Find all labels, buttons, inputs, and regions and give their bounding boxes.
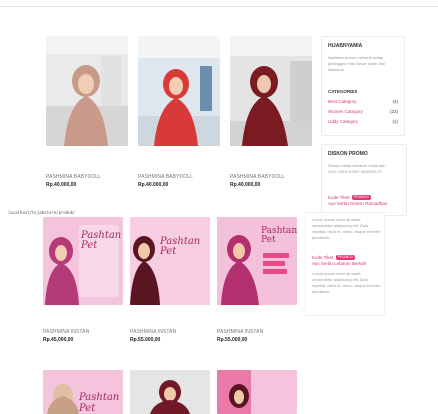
promo-label: Pashtan Pet xyxy=(81,230,122,251)
category-label[interactable]: Women Category xyxy=(328,109,363,114)
product-card[interactable]: Pashtan Pet xyxy=(43,370,123,414)
product-card[interactable]: PASHMINA BABYDOLL Rp.40.000,00 xyxy=(46,36,128,196)
category-count: (4) xyxy=(392,99,399,104)
category-label[interactable]: Uddy Category xyxy=(328,119,358,124)
promo-title: DISKON PROMO xyxy=(328,151,368,157)
product-name[interactable]: PASHMINA BABYDOLL xyxy=(230,174,285,180)
product-card[interactable]: PASHMINA BABYDOLL Rp.40.000,00 xyxy=(230,36,312,196)
product-price: Rp.55.000,00 xyxy=(130,337,161,343)
about-text: Nantikan promo menarik setiap pelanggan … xyxy=(328,55,386,72)
product-image[interactable]: Pashtan Pet xyxy=(43,217,123,305)
promo-item[interactable]: Kode Tiket: PROMO1 Ayo Serbu Diskon Rama… xyxy=(328,195,400,207)
promo-description: Lorem ipsum dolor sit amet, consectetur … xyxy=(312,271,380,294)
ticket-code-label: Kode Tiket: xyxy=(312,255,335,260)
category-link[interactable]: Uddy Category (1) xyxy=(328,119,398,124)
category-link[interactable]: Women Category (23) xyxy=(328,109,398,114)
product-card[interactable]: Pashtan Pet PASHMINA INSTAN Rp.55.000,00 xyxy=(217,217,299,352)
product-image[interactable] xyxy=(217,370,297,414)
promo-description: Lorem ipsum dolor sit amet, consectetur … xyxy=(312,217,380,240)
promo-text: Diskon besar-besaran mulai dari 10%-100%… xyxy=(328,163,386,174)
product-name[interactable]: PASHMINA INSTAN xyxy=(43,329,89,335)
product-price: Rp.40.000,00 xyxy=(46,182,77,188)
product-card[interactable] xyxy=(217,370,297,414)
product-price: Rp.55.000,00 xyxy=(217,337,248,343)
product-card[interactable]: Pashtan Pet PASHMINA INSTAN Rp.45.000,00 xyxy=(43,217,125,352)
product-name[interactable]: PASHMINA BABYDOLL xyxy=(46,174,101,180)
promo-headline[interactable]: Ayo Serbu Diskon Ramadhan xyxy=(328,201,387,206)
promo-label: Pashtan Pet xyxy=(79,392,120,414)
product-image[interactable]: Pashtan Pet xyxy=(217,217,297,305)
promo-badge: PROMO2 xyxy=(335,255,355,261)
product-card[interactable]: Pashtan Pet PASHMINA INSTAN Rp.55.000,00 xyxy=(130,217,212,352)
product-image[interactable] xyxy=(138,36,220,146)
product-price: Rp.45.000,00 xyxy=(43,337,74,343)
category-count: (23) xyxy=(389,109,398,114)
promo-widget: DISKON PROMO Diskon besar-besaran mulai … xyxy=(321,144,407,216)
category-count: (1) xyxy=(392,119,399,124)
product-name[interactable]: PASHMINA BABYDOLL xyxy=(138,174,193,180)
about-title: HIJABNYAMIA xyxy=(328,43,363,49)
promo-item[interactable]: Kode Tiket: PROMO2 Ayo Serbu Lebaran Ber… xyxy=(312,255,384,267)
product-name[interactable]: PASHMINA INSTAN xyxy=(130,329,176,335)
categories-title: CATEGORIES xyxy=(328,89,358,94)
category-link[interactable]: Best Category (4) xyxy=(328,99,398,104)
product-image[interactable] xyxy=(130,370,210,414)
promo-label: Pashtan Pet xyxy=(160,236,201,257)
ticket-code-label: Kode Tiket: xyxy=(328,195,351,200)
about-widget: HIJABNYAMIA Nantikan promo menarik setia… xyxy=(321,36,405,136)
product-image[interactable]: Pashtan Pet xyxy=(130,217,210,305)
top-divider xyxy=(0,6,438,7)
product-card[interactable]: PASHMINA BABYDOLL Rp.40.000,00 xyxy=(138,36,220,196)
product-card[interactable] xyxy=(130,370,210,414)
product-price: Rp.40.000,00 xyxy=(230,182,261,188)
product-name[interactable]: PASHMINA INSTAN xyxy=(217,329,263,335)
promo-headline[interactable]: Ayo Serbu Lebaran Berkah xyxy=(312,261,366,266)
promo-badge: PROMO1 xyxy=(351,195,371,201)
promo-widget-continued: Lorem ipsum dolor sit amet, consectetur … xyxy=(305,212,385,316)
promo-label: Pashtan Pet xyxy=(261,226,297,245)
category-label[interactable]: Best Category xyxy=(328,99,357,104)
status-url: localhost/hijabstore/produk/ xyxy=(8,210,76,215)
product-image[interactable]: Pashtan Pet xyxy=(43,370,123,414)
product-image[interactable] xyxy=(46,36,128,146)
product-image[interactable] xyxy=(230,36,312,146)
product-price: Rp.40.000,00 xyxy=(138,182,169,188)
